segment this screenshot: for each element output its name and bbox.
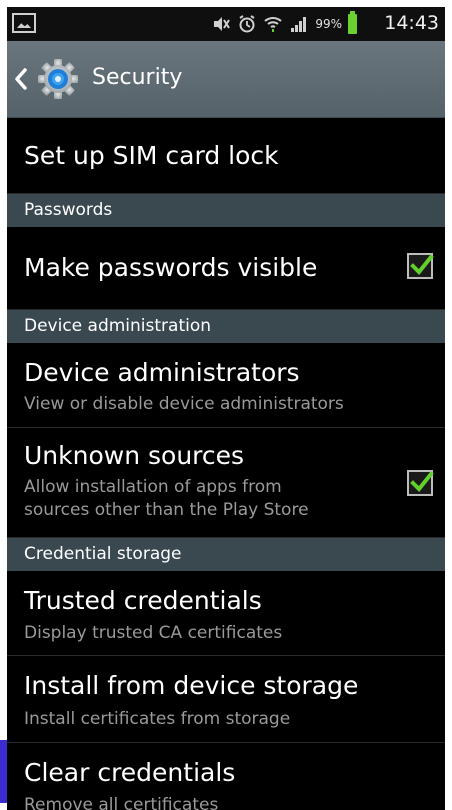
- status-clock: 14:43: [384, 12, 439, 34]
- checkmark-icon: [410, 254, 434, 275]
- gallery-icon: [12, 13, 36, 33]
- item-summary-line1: Allow installation of apps from: [24, 477, 282, 497]
- item-title: Make passwords visible: [24, 253, 318, 282]
- list-item-unknown-sources[interactable]: Unknown sources Allow installation of ap…: [7, 428, 445, 538]
- list-item-sim-lock[interactable]: Set up SIM card lock: [7, 118, 445, 194]
- list-item-make-passwords-visible[interactable]: Make passwords visible: [7, 227, 445, 310]
- passwords-visible-checkbox[interactable]: [407, 253, 434, 279]
- item-title: Set up SIM card lock: [24, 141, 279, 170]
- alarm-icon: [237, 14, 257, 34]
- item-title: Device administrators: [24, 358, 300, 387]
- action-bar: Security: [7, 41, 445, 119]
- battery-icon: [348, 11, 357, 34]
- chevron-left-icon[interactable]: [13, 65, 29, 93]
- battery-percent: 99%: [315, 17, 342, 31]
- list-item-clear-credentials[interactable]: Clear credentials Remove all certificate…: [7, 743, 445, 810]
- wifi-icon: [263, 14, 283, 34]
- list-item-device-administrators[interactable]: Device administrators View or disable de…: [7, 343, 445, 428]
- item-summary: Display trusted CA certificates: [24, 623, 283, 643]
- status-bar: 99% 14:43: [7, 7, 445, 41]
- item-summary: Install certificates from storage: [24, 709, 291, 729]
- item-summary: Remove all certificates: [24, 795, 219, 810]
- checkmark-icon: [410, 471, 434, 492]
- signal-icon: [289, 14, 309, 34]
- status-icons: 99%: [211, 11, 357, 34]
- section-label: Credential storage: [24, 544, 182, 564]
- section-header-passwords: Passwords: [7, 194, 445, 227]
- settings-gear-icon[interactable]: [37, 58, 79, 100]
- item-title: Unknown sources: [24, 441, 245, 470]
- unknown-sources-checkbox[interactable]: [407, 470, 434, 496]
- list-item-trusted-credentials[interactable]: Trusted credentials Display trusted CA c…: [7, 571, 445, 656]
- item-title: Clear credentials: [24, 758, 236, 787]
- settings-list: Set up SIM card lock Passwords Make pass…: [7, 118, 445, 810]
- item-title: Install from device storage: [24, 671, 359, 700]
- section-label: Device administration: [24, 316, 212, 336]
- item-title: Trusted credentials: [24, 586, 262, 615]
- item-summary-line2: sources other than the Play Store: [24, 500, 309, 520]
- section-header-credential-storage: Credential storage: [7, 538, 445, 571]
- item-summary: View or disable device administrators: [24, 394, 344, 414]
- page-title: Security: [92, 65, 183, 90]
- mute-icon: [211, 14, 231, 34]
- screen: 99% 14:43 Security Set up SIM card lock …: [7, 7, 445, 810]
- background-edge: [0, 740, 7, 803]
- list-item-install-from-storage[interactable]: Install from device storage Install cert…: [7, 656, 445, 743]
- section-label: Passwords: [24, 200, 113, 220]
- section-header-device-administration: Device administration: [7, 310, 445, 343]
